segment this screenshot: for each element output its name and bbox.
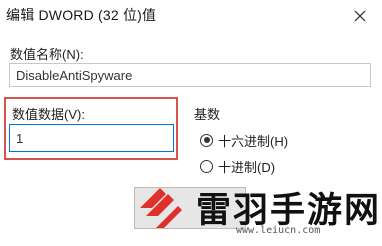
radio-hexadecimal[interactable]: 十六进制(H) [200,131,288,149]
radio-decimal[interactable]: 十进制(D) [200,157,275,175]
title-bar: 编辑 DWORD (32 位)值 [0,0,382,32]
radio-button-icon[interactable] [200,159,213,173]
close-button[interactable] [338,0,382,32]
base-group-label: 基数 [194,107,221,122]
watermark-url-text: www.leiucn.com [236,225,321,236]
radio-button-checked-icon[interactable] [200,133,213,147]
value-data-label: 数值数据(V): [12,107,85,122]
value-name-field[interactable]: DisableAntiSpyware [9,63,371,87]
value-name-label: 数值名称(N): [10,47,84,62]
close-icon [354,10,366,22]
radio-hexadecimal-label: 十六进制(H) [218,133,289,149]
edit-dword-dialog: 编辑 DWORD (32 位)值 数值名称(N): DisableAntiSpy… [0,0,382,246]
dialog-title: 编辑 DWORD (32 位)值 [6,7,157,23]
value-data-input[interactable]: 1 [9,124,174,152]
radio-decimal-label: 十进制(D) [218,159,276,175]
brand-logo-icon [140,188,182,228]
watermark: 雷羽手游网 www.leiucn.com [124,176,382,246]
